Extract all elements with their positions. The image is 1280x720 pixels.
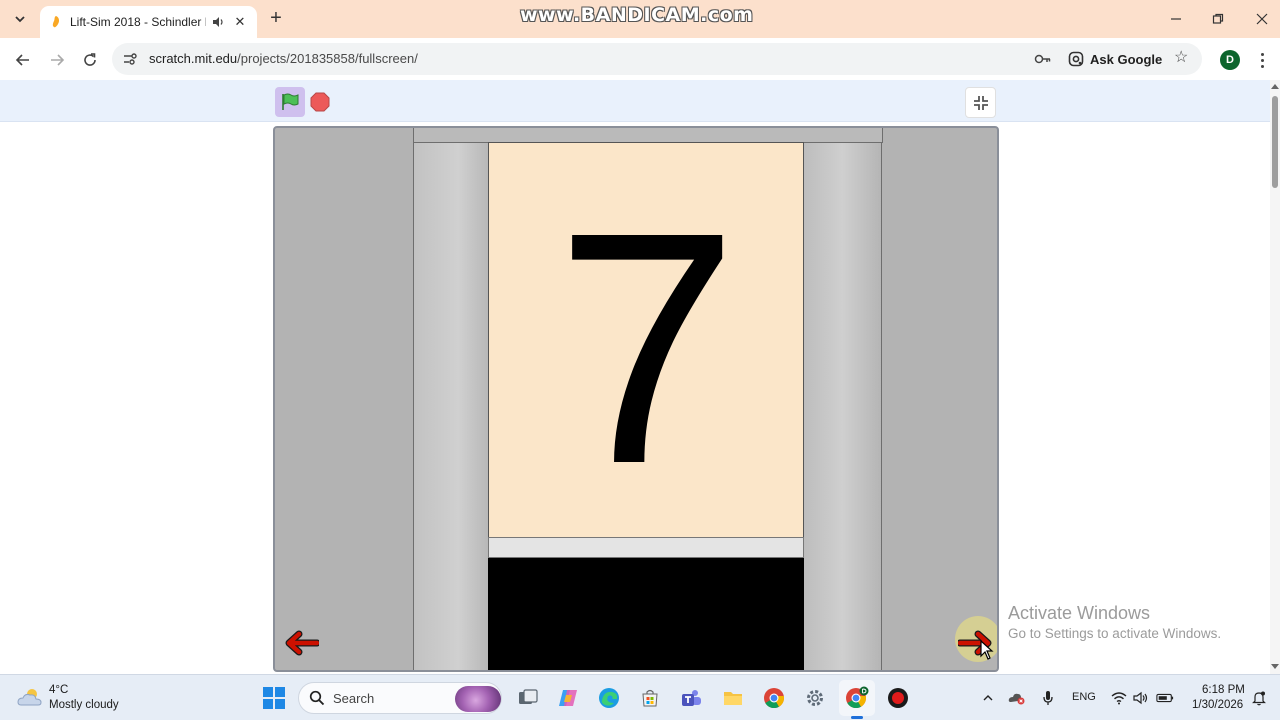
activate-windows-subtitle: Go to Settings to activate Windows. [1008,626,1222,641]
input-language[interactable]: ENG [1072,691,1096,703]
active-app-indicator [851,716,863,719]
weather-description[interactable]: Mostly cloudy [49,699,119,711]
floor-display: 7 [488,142,804,538]
elevator-doorway [488,558,804,670]
close-icon [1256,13,1268,25]
scroll-thumb[interactable] [1272,96,1278,188]
taskbar-search[interactable]: Search [298,682,502,714]
battery-icon[interactable] [1156,689,1174,707]
chrome-icon[interactable] [761,685,787,711]
speaker-icon[interactable] [210,14,226,30]
file-explorer-icon[interactable] [720,685,746,711]
google-lens-icon [1068,51,1084,67]
profile-avatar[interactable]: D [1220,50,1240,70]
chrome-profile-icon[interactable] [844,685,870,711]
stop-sign-icon [310,92,330,112]
elevator-frame-right [804,143,882,670]
reload-icon [84,53,96,66]
scratch-page: 7 Activate Windows Go to Settings to act… [0,80,1270,674]
tab-search-button[interactable] [8,7,32,31]
elevator-sill [488,537,804,558]
tab-strip: Lift-Sim 2018 - Schindler Eu ✕ + www.BAN… [0,0,1280,38]
exit-fullscreen-button[interactable] [965,87,996,118]
windows-logo-icon [263,687,273,697]
mouse-pointer-icon [980,639,994,660]
previous-button[interactable] [283,628,321,658]
page-scrollbar[interactable] [1270,80,1280,674]
wifi-icon[interactable] [1110,689,1128,707]
new-tab-button[interactable]: + [266,8,286,29]
browser-menu-button[interactable] [1254,50,1270,70]
address-bar[interactable]: scratch.mit.edu/projects/201835858/fulls… [112,43,1202,75]
elevator-lintel [413,128,883,143]
clock-time[interactable]: 6:18 PM [1202,684,1245,696]
scroll-down-arrow[interactable] [1271,664,1279,669]
url-host: scratch.mit.edu [149,51,238,66]
minimize-button[interactable] [1165,8,1187,30]
browser-toolbar: scratch.mit.edu/projects/201835858/fulls… [0,38,1280,80]
task-view-icon[interactable] [515,685,541,711]
onedrive-error-icon[interactable] [1008,689,1026,707]
browser-tab[interactable]: Lift-Sim 2018 - Schindler Eu ✕ [40,6,257,38]
show-hidden-icons-chevron-icon[interactable] [979,689,997,707]
clock-date[interactable]: 1/30/2026 [1192,699,1243,711]
volume-icon[interactable] [1132,689,1150,707]
edge-browser-icon[interactable] [596,685,622,711]
bandicam-watermark: www.BANDICAM.com [520,4,754,26]
ask-google-label: Ask Google [1090,51,1163,67]
scratch-favicon-icon [50,15,62,29]
scratch-controls-bar [0,80,1270,122]
bookmark-star-icon[interactable]: ☆ [1174,50,1190,66]
site-settings-icon[interactable] [122,51,138,67]
stop-button[interactable] [310,92,330,112]
teams-icon[interactable] [678,685,704,711]
search-highlight-image [455,686,501,712]
url-path: /projects/201835858/fullscreen/ [237,51,418,66]
windows-taskbar: 4°C Mostly cloudy Search ENG 6:18 PM 1/3… [0,674,1280,720]
activate-windows-watermark: Activate Windows Go to Settings to activ… [1008,602,1221,643]
ask-google-button[interactable]: Ask Google [1068,47,1162,71]
green-flag-icon [282,93,299,110]
weather-temperature[interactable]: 4°C [49,684,68,696]
minimize-icon [1171,18,1181,20]
reload-button[interactable] [78,48,102,72]
copilot-icon[interactable] [555,685,581,711]
microphone-icon[interactable] [1039,689,1057,707]
green-flag-button[interactable] [275,87,305,117]
settings-gear-icon[interactable] [802,685,828,711]
forward-button[interactable] [45,48,69,72]
chevron-down-icon [15,16,25,23]
bandicam-record-icon[interactable] [885,685,911,711]
tab-close-icon[interactable]: ✕ [232,14,248,30]
notification-bell-icon[interactable] [1250,689,1268,707]
microsoft-store-icon[interactable] [637,685,663,711]
scratch-stage[interactable]: 7 [273,126,999,672]
exit-fullscreen-icon [973,95,988,110]
url-text: scratch.mit.edu/projects/201835858/fulls… [149,51,418,66]
restore-button[interactable] [1207,8,1229,30]
restore-icon [1212,13,1224,24]
close-window-button[interactable] [1251,8,1273,30]
scroll-up-arrow[interactable] [1271,84,1279,89]
search-placeholder: Search [333,691,375,706]
weather-cloud-icon[interactable] [16,685,44,711]
left-arrow-icon [285,630,321,656]
activate-windows-title: Activate Windows [1008,603,1151,623]
back-arrow-icon [15,54,29,66]
elevator-frame-left [413,143,488,670]
search-icon [309,690,325,706]
forward-arrow-icon [51,54,65,66]
floor-number: 7 [555,163,739,532]
password-key-icon[interactable] [1034,51,1052,67]
tab-title: Lift-Sim 2018 - Schindler Eu [70,15,206,29]
start-button[interactable] [263,687,285,709]
back-button[interactable] [11,48,35,72]
